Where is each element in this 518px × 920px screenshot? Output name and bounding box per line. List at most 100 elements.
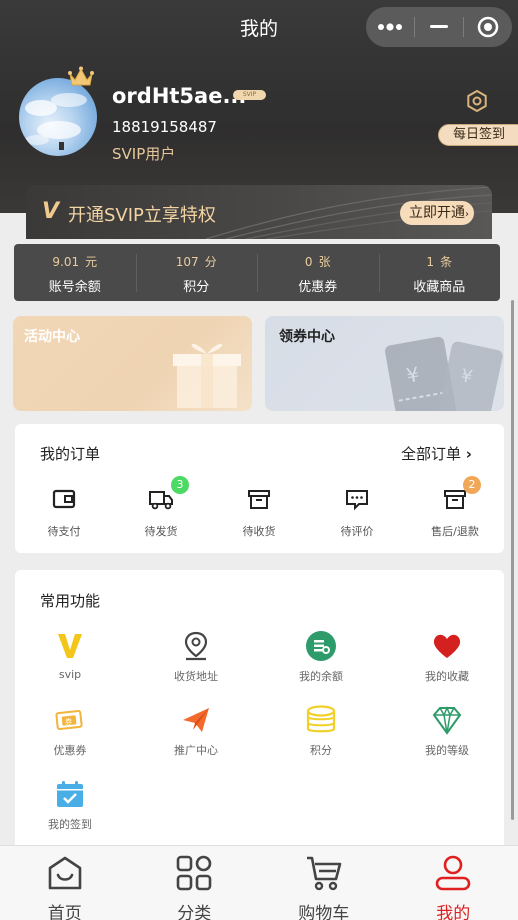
tab-home[interactable]: 首页 [0,846,130,920]
location-pin-icon [184,631,208,661]
tab-label: 购物车 [298,904,350,920]
stat-unit: 分 [204,255,217,269]
heart-icon [433,634,461,658]
box-icon [248,490,270,509]
tab-label: 我的 [436,904,471,920]
tab-label: 分类 [177,904,212,920]
function-label: 我的余额 [299,670,343,683]
function-label: 推广中心 [174,744,218,757]
order-pending-payment[interactable]: 待支付 [24,485,104,539]
stat-label: 积分 [183,280,210,295]
all-orders-link[interactable]: 全部订单 › [401,443,472,464]
svip-v-icon: V [42,199,60,224]
function-address[interactable]: 收货地址 [151,630,241,684]
stat-label: 优惠券 [298,280,338,295]
stat-label: 账号余额 [48,280,101,295]
function-label: 优惠券 [53,744,87,757]
mini-program-capsule [366,7,512,47]
order-after-sales[interactable]: 售后/退款 [415,485,495,539]
member-level: SVIP用户 [112,145,176,163]
paper-plane-icon [183,708,209,732]
function-label: 收货地址 [174,670,218,683]
all-orders-label: 全部订单 [401,445,462,463]
coupon-icon: 券 [55,709,83,731]
stat-unit: 条 [440,255,453,269]
my-orders-title: 我的订单 [40,445,101,463]
stat-value: 1 [426,255,435,269]
stat-balance[interactable]: 9.01 元 账号余额 [14,244,136,301]
username: ordHt5ae... [112,84,247,108]
account-stats: 9.01 元 账号余额 107 分 积分 0张 优惠券 1条 收藏商品 [14,244,500,301]
user-icon [435,855,471,891]
target-circle-icon [477,16,499,38]
stat-label: 收藏商品 [413,280,466,295]
open-svip-button[interactable]: 立即开通› [400,201,474,225]
stat-value: 9.01 [52,255,80,269]
minus-icon [430,25,448,28]
grid-icon [176,855,212,891]
database-icon [306,705,336,733]
tab-cart[interactable]: 购物车 [259,846,389,920]
page-scrollbar[interactable] [511,300,514,820]
more-menu-button[interactable] [366,7,414,47]
close-program-button[interactable] [464,7,512,47]
order-pending-review[interactable]: 待评价 [317,485,397,539]
comment-icon [346,490,368,511]
order-status-label: 待支付 [47,525,81,538]
function-svip[interactable]: svip [25,630,115,681]
home-icon [48,856,82,890]
order-status-label: 待评价 [340,525,374,538]
settings-gear-icon[interactable] [466,90,488,112]
avatar[interactable] [19,78,97,156]
function-level[interactable]: 我的等级 [402,704,492,758]
diamond-icon [432,706,462,735]
function-balance[interactable]: 我的余额 [276,630,366,684]
svip-v-icon [58,634,82,658]
function-label: 积分 [310,744,332,757]
svg-text:券: 券 [65,717,72,726]
stat-unit: 元 [85,255,98,269]
order-status-label: 待发货 [144,525,178,538]
tab-mine[interactable]: 我的 [389,846,518,920]
truck-icon [149,491,173,510]
stat-coupons[interactable]: 0张 优惠券 [257,244,379,301]
open-svip-label: 立即开通 [409,205,465,221]
bottom-tab-bar: 首页 分类 购物车 我的 [0,845,518,920]
function-points[interactable]: 积分 [276,704,366,758]
stat-favorites[interactable]: 1条 收藏商品 [378,244,501,301]
stat-points[interactable]: 107 分 积分 [135,244,258,301]
function-label: 我的签到 [48,818,92,831]
phone-number: 18819158487 [112,118,217,136]
function-label: 我的等级 [425,744,469,757]
common-functions-title: 常用功能 [40,592,101,610]
calendar-check-icon [57,781,83,807]
function-signin[interactable]: 我的签到 [25,778,115,832]
chevron-right-icon: › [465,209,469,220]
coins-icon [306,631,336,661]
order-status-label: 待收货 [242,525,276,538]
function-label: svip [58,668,82,681]
function-favorites[interactable]: 我的收藏 [402,630,492,684]
cart-icon [306,856,342,891]
function-promotion[interactable]: 推广中心 [151,704,241,758]
more-dots-icon [378,23,402,31]
order-pending-shipment[interactable]: 待发货 [121,485,201,539]
tab-category[interactable]: 分类 [130,846,260,920]
order-pending-receipt[interactable]: 待收货 [219,485,299,539]
chevron-right-icon: › [465,445,472,463]
function-coupons[interactable]: 券 优惠券 [25,704,115,758]
activity-center-title: 活动中心 [24,329,80,345]
stat-value: 0 [304,255,313,269]
stat-value: 107 [175,255,199,269]
minimize-button[interactable] [415,7,463,47]
stat-unit: 张 [318,255,331,269]
avatar-sky-image [25,93,87,150]
crown-icon [68,66,94,86]
coupon-center-title: 领券中心 [279,329,335,345]
order-status-label: 售后/退款 [431,525,479,538]
function-label: 我的收藏 [425,670,469,683]
svip-banner-text: 开通SVIP立享特权 [68,205,216,226]
daily-signin-button[interactable]: 每日签到 [438,124,518,146]
vip-tag: SVIP [233,90,266,100]
refund-count-badge: 2 [463,476,481,494]
